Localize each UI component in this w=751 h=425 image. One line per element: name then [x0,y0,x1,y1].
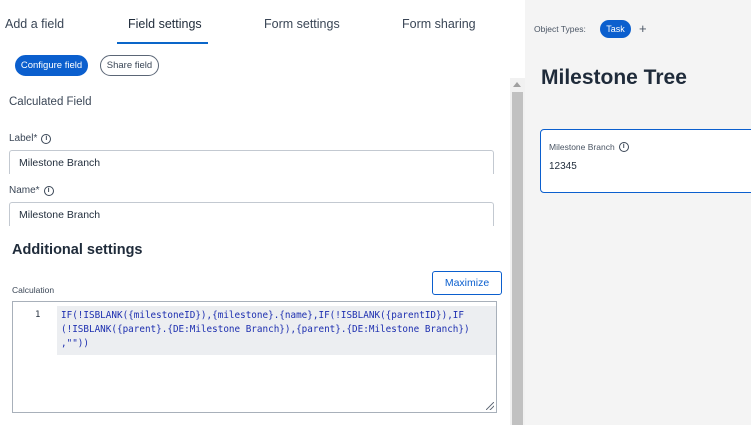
field-type-title: Calculated Field [9,96,92,108]
calculation-label: Calculation [12,285,55,295]
info-icon[interactable]: i [43,185,54,196]
share-field-button[interactable]: Share field [100,55,159,76]
name-field-label-text: Name* [9,185,40,196]
form-settings-panel: Add a field Field settings Form settings… [0,0,525,425]
editor-gutter: 1 [13,302,57,412]
calculation-code[interactable]: IF(!ISBLANK({milestoneID}),{milestone}.{… [61,309,493,351]
form-title: Milestone Tree [541,66,687,89]
label-field-label: Label* i [9,133,52,144]
name-input[interactable]: Milestone Branch [9,202,494,226]
info-icon[interactable]: i [618,142,629,152]
preview-field-label: Milestone Branch i [549,142,629,152]
resize-grip-icon[interactable] [486,402,494,410]
additional-settings-heading: Additional settings [12,242,143,258]
name-field-label: Name* i [9,185,54,196]
object-types-label: Object Types: [534,24,586,34]
object-type-task-badge[interactable]: Task [600,20,631,38]
label-input[interactable]: Milestone Branch [9,150,494,174]
tab-form-settings[interactable]: Form settings [264,17,340,31]
tab-field-settings[interactable]: Field settings [128,17,202,31]
scroll-up-arrow-icon[interactable] [513,82,521,87]
tab-bar: Add a field Field settings Form settings… [0,0,525,44]
maximize-button[interactable]: Maximize [432,271,502,295]
scrollbar-thumb[interactable] [512,92,523,425]
form-preview-panel: Object Types: Task + Milestone Tree Mile… [525,0,751,425]
label-field-label-text: Label* [9,133,38,144]
tab-form-sharing[interactable]: Form sharing [402,17,476,31]
active-tab-indicator [117,42,208,44]
vertical-scrollbar[interactable] [510,78,525,425]
preview-field-label-text: Milestone Branch [549,142,615,152]
info-icon[interactable]: i [41,133,52,144]
configure-field-button[interactable]: Configure field [15,55,88,76]
plus-icon[interactable]: + [639,21,647,36]
calculation-editor[interactable]: 1 IF(!ISBLANK({milestoneID}),{milestone}… [12,301,497,413]
tab-add-a-field[interactable]: Add a field [5,17,64,31]
preview-field-value: 12345 [549,161,577,172]
preview-field-card[interactable]: Milestone Branch i 12345 [540,129,751,193]
line-number: 1 [35,310,41,320]
